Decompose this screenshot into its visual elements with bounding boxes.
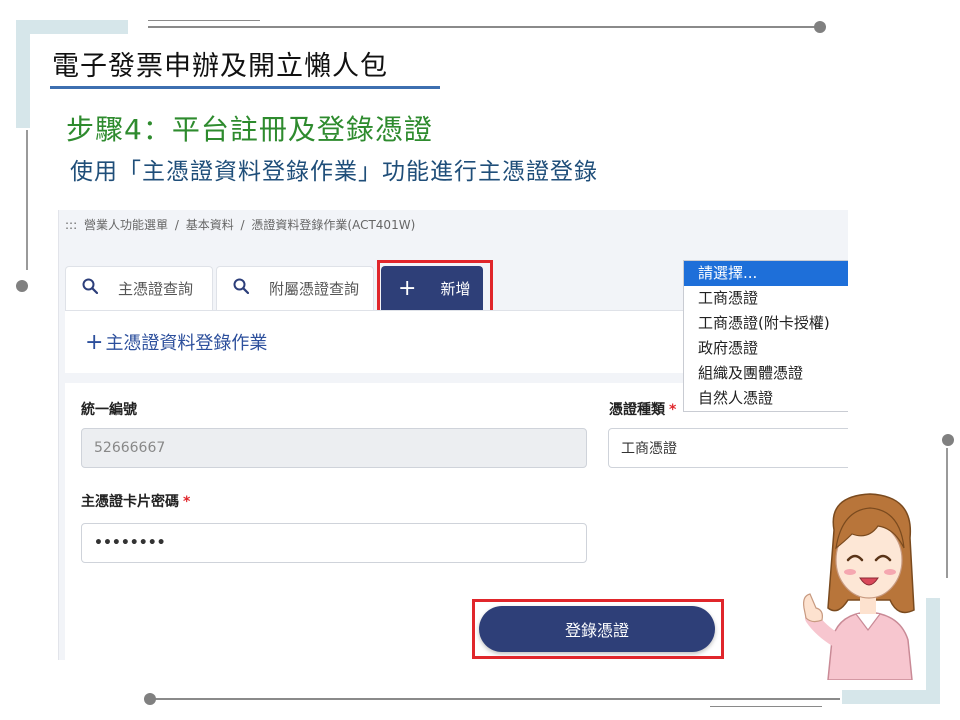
- step-title: 步驟4：平台註冊及登錄憑證: [66, 113, 433, 146]
- breadcrumb-separator: /: [240, 218, 245, 232]
- breadcrumb-item[interactable]: 營業人功能選單: [84, 218, 168, 232]
- decorative-block: [16, 20, 30, 128]
- tab-label: 主憑證查詢: [118, 280, 194, 298]
- cert-type-dropdown[interactable]: 請選擇... 工商憑證 工商憑證(附卡授權) 政府憑證 組織及團體憑證 自然人憑…: [683, 260, 848, 412]
- highlight-box: [472, 599, 724, 659]
- step-description: 使用「主憑證資料登錄作業」功能進行主憑證登錄: [70, 159, 598, 185]
- decorative-dot: [942, 434, 954, 446]
- dropdown-option[interactable]: 自然人憑證: [684, 386, 848, 411]
- required-mark: *: [183, 494, 191, 510]
- cert-type-select[interactable]: 工商憑證: [608, 428, 848, 468]
- cert-type-label-text: 憑證種類: [609, 402, 665, 418]
- dropdown-option[interactable]: 工商憑證(附卡授權): [684, 311, 848, 336]
- decorative-line: [150, 698, 840, 700]
- app-screenshot: ::: 營業人功能選單 / 基本資料 / 憑證資料登錄作業(ACT401W) 主…: [58, 210, 848, 660]
- card-password-label-text: 主憑證卡片密碼: [81, 494, 179, 510]
- required-mark: *: [669, 402, 677, 418]
- decorative-block: [16, 20, 128, 34]
- plus-icon: +: [85, 330, 104, 355]
- card-password-field[interactable]: ••••••••: [81, 523, 587, 563]
- dropdown-option[interactable]: 工商憑證: [684, 286, 848, 311]
- dropdown-option[interactable]: 政府憑證: [684, 336, 848, 361]
- cartoon-girl-illustration: [803, 493, 915, 680]
- decorative-line: [148, 26, 820, 28]
- card-password-value: ••••••••: [94, 535, 166, 551]
- ban-value: 52666667: [94, 440, 166, 456]
- section-title-text: 主憑證資料登錄作業: [105, 333, 268, 354]
- breadcrumb-separator: /: [174, 218, 179, 232]
- decorative-dot: [144, 693, 156, 705]
- dropdown-option[interactable]: 請選擇...: [684, 261, 848, 286]
- ban-field[interactable]: 52666667: [81, 428, 587, 468]
- card-password-label: 主憑證卡片密碼 *: [81, 491, 190, 511]
- decorative-block: [842, 690, 940, 704]
- search-icon: [233, 278, 250, 299]
- decorative-dot: [16, 280, 28, 292]
- tab-sub-cert-query[interactable]: 附屬憑證查詢: [216, 266, 374, 310]
- search-icon: [82, 278, 99, 299]
- tab-label: 附屬憑證查詢: [269, 280, 360, 298]
- breadcrumb-item[interactable]: 基本資料: [186, 218, 234, 232]
- decorative-line: [710, 706, 822, 707]
- section-title: + 主憑證資料登錄作業: [85, 329, 267, 355]
- decorative-dot: [814, 21, 826, 33]
- decorative-line: [26, 130, 28, 270]
- decorative-line: [148, 20, 260, 21]
- breadcrumb: ::: 營業人功能選單 / 基本資料 / 憑證資料登錄作業(ACT401W): [65, 216, 418, 233]
- decorative-line: [946, 448, 948, 578]
- tab-main-cert-query[interactable]: 主憑證查詢: [65, 266, 213, 310]
- cert-type-label: 憑證種類 *: [609, 399, 676, 419]
- ban-label: 統一編號: [81, 399, 137, 419]
- breadcrumb-item-current: 憑證資料登錄作業(ACT401W): [251, 218, 416, 232]
- ban-label-text: 統一編號: [81, 402, 137, 418]
- cert-type-value: 工商憑證: [621, 441, 677, 457]
- dropdown-option[interactable]: 組織及團體憑證: [684, 361, 848, 386]
- menu-icon[interactable]: :::: [65, 218, 77, 232]
- slide-title: 電子發票申辦及開立懶人包: [52, 51, 388, 82]
- title-underline: [50, 86, 440, 89]
